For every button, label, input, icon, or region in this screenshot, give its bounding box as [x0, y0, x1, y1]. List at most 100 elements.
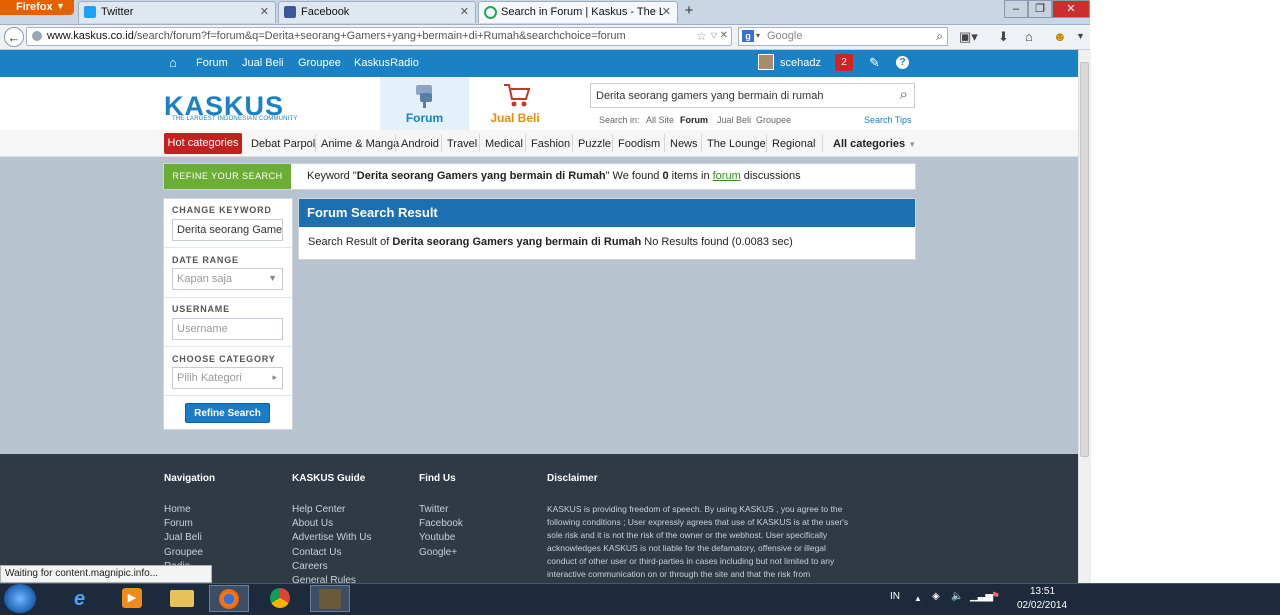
search-in-forum[interactable]: Forum [680, 115, 708, 125]
category-medical[interactable]: Medical [485, 138, 523, 150]
chevron-right-icon: ▸ [272, 372, 277, 382]
search-in-jualbeli[interactable]: Jual Beli [717, 115, 751, 125]
download-icon[interactable]: ⬇ [998, 29, 1009, 45]
home-icon[interactable]: ⌂ [169, 55, 177, 70]
keyword-items: items in [668, 170, 713, 182]
tray-app-icon[interactable]: ◈ [932, 591, 940, 602]
category-debat-parpol[interactable]: Debat Parpol [251, 138, 315, 150]
close-icon[interactable]: ✕ [460, 5, 469, 18]
taskbar-chrome[interactable] [261, 585, 301, 612]
menu-icon[interactable]: ▼ [1076, 31, 1085, 41]
twitter-icon [84, 6, 96, 18]
chevron-up-icon[interactable]: ▲ [914, 594, 922, 603]
footer-link-groupee[interactable]: Groupee [164, 547, 203, 558]
language-indicator[interactable]: IN [890, 591, 900, 602]
footer-link-contact-us[interactable]: Contact Us [292, 547, 341, 558]
search-icon[interactable]: ⌕ [900, 86, 908, 103]
minimize-button[interactable]: – [1004, 0, 1028, 18]
category-puzzle[interactable]: Puzzle [578, 138, 611, 150]
category-android[interactable]: Android [401, 138, 439, 150]
divider [664, 134, 665, 152]
category-select[interactable]: Pilih Kategori ▸ [172, 367, 283, 389]
network-warning-icon[interactable]: ⚑ [991, 591, 1000, 602]
footer-link-facebook[interactable]: Facebook [419, 518, 463, 529]
date-range-select[interactable]: Kapan saja ▼ [172, 268, 283, 290]
back-button[interactable]: ← [4, 27, 24, 47]
keyword-input[interactable]: Derita seorang Gamers [172, 219, 283, 241]
search-in-groupee[interactable]: Groupee [756, 115, 791, 125]
footer-link-googleplus[interactable]: Google+ [419, 547, 457, 558]
close-icon[interactable]: ✕ [662, 5, 671, 18]
taskbar-explorer[interactable] [162, 585, 202, 612]
taskbar-media-player[interactable]: ▶ [112, 585, 152, 612]
topbar-link-forum[interactable]: Forum [196, 57, 228, 69]
category-regional[interactable]: Regional [772, 138, 815, 150]
tab-twitter[interactable]: Twitter ✕ [78, 1, 276, 23]
close-icon[interactable]: ✕ [260, 5, 269, 18]
firefox-menu-button[interactable]: Firefox ▼ [0, 0, 74, 15]
taskbar-firefox[interactable] [209, 585, 249, 612]
footer-link-forum[interactable]: Forum [164, 518, 193, 529]
category-travel[interactable]: Travel [447, 138, 477, 150]
new-tab-button[interactable]: + [680, 2, 698, 22]
url-bar[interactable]: www.kaskus.co.id/search/forum?f=forum&q=… [26, 27, 732, 46]
bookmark-star-icon[interactable]: ☆ [696, 29, 707, 43]
forum-link[interactable]: forum [713, 170, 741, 182]
close-window-button[interactable]: ✕ [1052, 0, 1090, 18]
keyword-term: Derita seorang Gamers yang bermain di Ru… [356, 170, 606, 182]
topbar-link-kaskusradio[interactable]: KaskusRadio [354, 57, 419, 69]
footer-link-careers[interactable]: Careers [292, 561, 328, 572]
topbar-link-groupee[interactable]: Groupee [298, 57, 341, 69]
start-button[interactable] [4, 584, 36, 613]
clock-date[interactable]: 02/02/2014 [1017, 600, 1067, 611]
tab-kaskus-search[interactable]: Search in Forum | Kaskus - The Lar... ✕ [478, 1, 678, 23]
screenshot-icon[interactable]: ▣▾ [959, 29, 978, 45]
category-fashion[interactable]: Fashion [531, 138, 570, 150]
taskbar-game[interactable] [310, 585, 350, 612]
footer-link-jualbeli[interactable]: Jual Beli [164, 532, 202, 543]
footer-link-youtube[interactable]: Youtube [419, 532, 455, 543]
volume-icon[interactable]: 🔈 [951, 591, 963, 602]
category-anime-manga[interactable]: Anime & Manga [321, 138, 399, 150]
home-icon[interactable]: ⌂ [1025, 29, 1033, 44]
category-the-lounge[interactable]: The Lounge [707, 138, 766, 150]
username-input[interactable]: Username [172, 318, 283, 340]
category-news[interactable]: News [670, 138, 698, 150]
footer-link-twitter[interactable]: Twitter [419, 504, 448, 515]
search-in-all-site[interactable]: All Site [646, 115, 674, 125]
refine-search-button[interactable]: Refine Search [185, 403, 270, 423]
footer-link-home[interactable]: Home [164, 504, 191, 515]
chevron-down-icon[interactable]: ▽ [711, 31, 717, 40]
signal-icon[interactable]: ▁▃▅ [970, 591, 993, 602]
tab-facebook[interactable]: Facebook ✕ [278, 1, 476, 23]
divider [612, 134, 613, 152]
footer-link-help-center[interactable]: Help Center [292, 504, 345, 515]
reload-icon[interactable]: ✕ [720, 30, 728, 41]
all-categories-dropdown[interactable]: All categories ▼ [833, 138, 916, 150]
divider [315, 134, 316, 152]
taskbar-ie[interactable]: e [64, 585, 104, 612]
footer-link-advertise[interactable]: Advertise With Us [292, 532, 371, 543]
folder-icon [170, 590, 194, 607]
refine-your-search-button[interactable]: REFINE YOUR SEARCH [164, 164, 291, 189]
footer-link-about-us[interactable]: About Us [292, 518, 333, 529]
addon-icon[interactable]: ☻ [1053, 29, 1067, 44]
browser-search-box[interactable]: g ▾ Google ⌕ [738, 27, 948, 46]
jualbeli-section-tab[interactable]: Jual Beli [472, 77, 558, 130]
search-tips-link[interactable]: Search Tips [864, 115, 912, 125]
restore-button[interactable]: ❐ [1028, 0, 1052, 18]
site-search-input[interactable]: Derita seorang gamers yang bermain di ru… [590, 83, 915, 108]
pencil-icon[interactable]: ✎ [869, 55, 880, 71]
keyword-suffix: discussions [740, 170, 801, 182]
help-icon[interactable]: ? [896, 56, 909, 69]
forum-section-tab[interactable]: Forum [380, 77, 469, 130]
topbar-link-jualbeli[interactable]: Jual Beli [242, 57, 284, 69]
username[interactable]: scehadz [780, 57, 821, 69]
divider [164, 297, 292, 298]
notification-badge[interactable]: 2 [835, 54, 853, 71]
avatar[interactable] [758, 54, 774, 70]
clock-time[interactable]: 13:51 [1030, 586, 1055, 597]
scrollbar-thumb[interactable] [1080, 62, 1089, 457]
search-icon[interactable]: ⌕ [936, 29, 943, 44]
category-foodism[interactable]: Foodism [618, 138, 660, 150]
